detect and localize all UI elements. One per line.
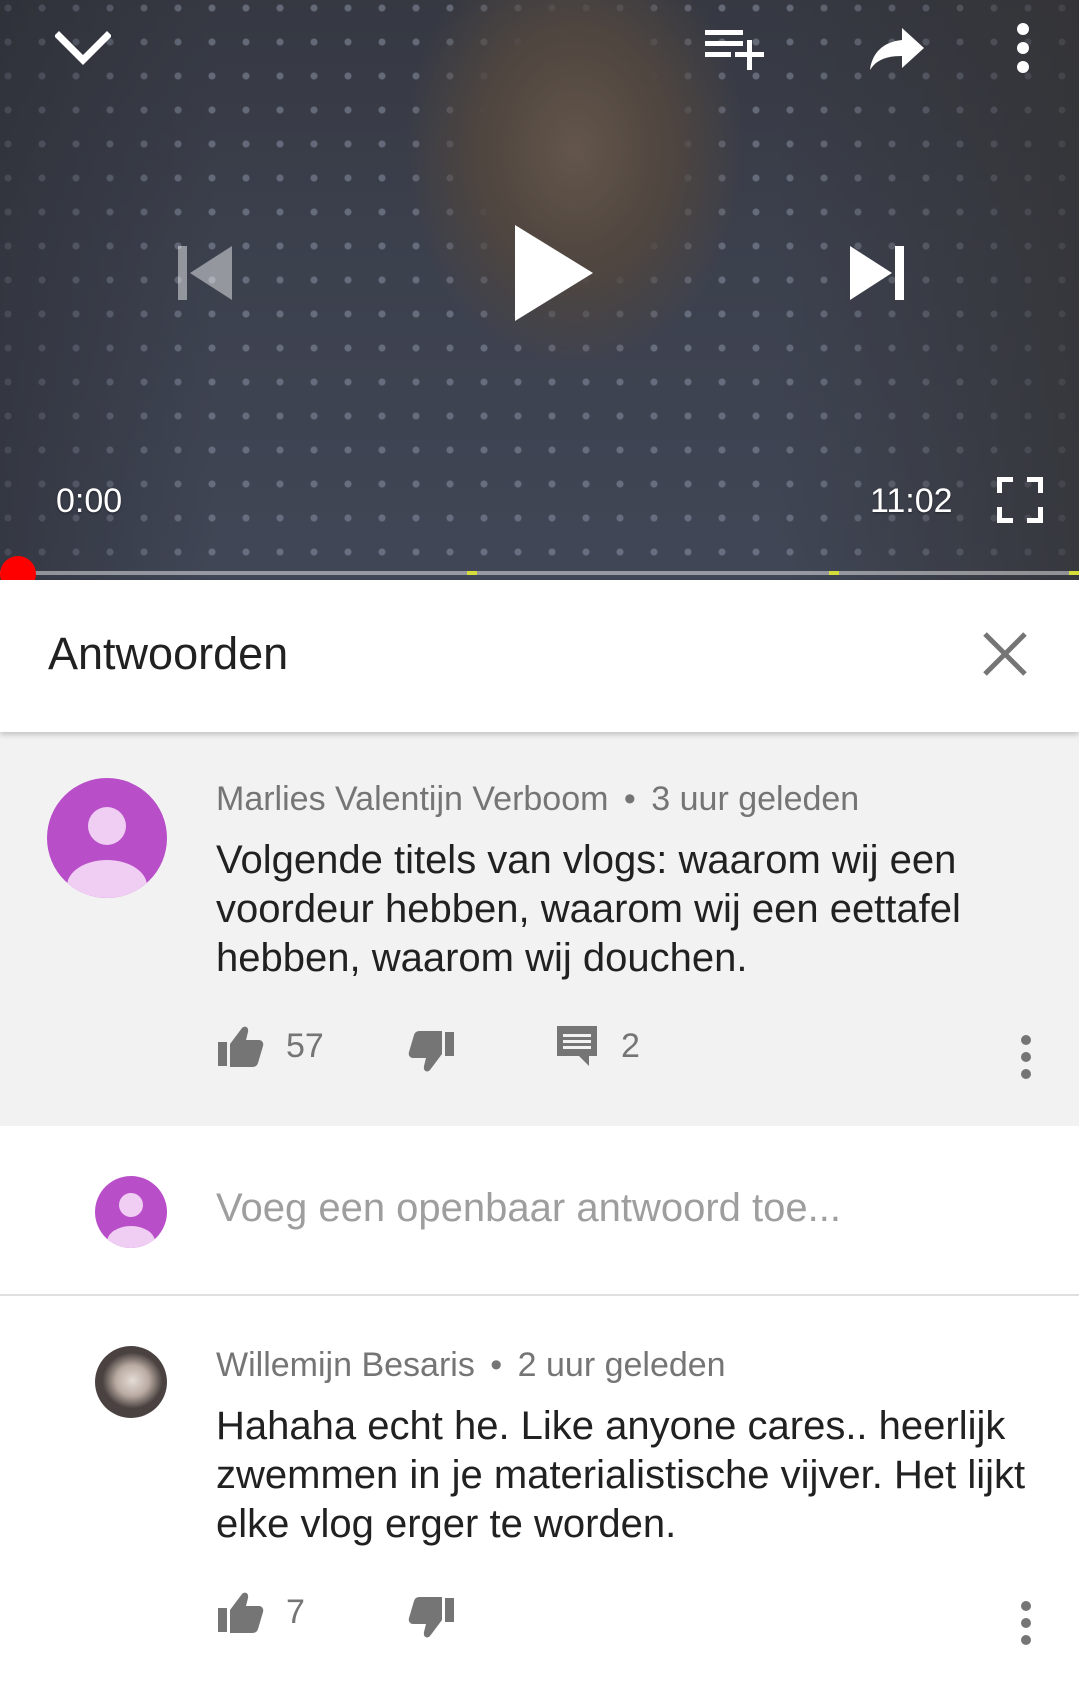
comment-author[interactable]: Marlies Valentijn Verboom <box>216 780 608 818</box>
more-vert-icon <box>1021 1035 1031 1079</box>
comment-text: Volgende titels van vlogs: waarom wij ee… <box>216 838 961 980</box>
more-vert-icon <box>1017 23 1029 73</box>
comment-meta: Marlies Valentijn Verboom • 3 uur gelede… <box>216 780 859 819</box>
replies-header: Antwoorden <box>0 580 1079 732</box>
comment-meta: Willemijn Besaris • 2 uur geleden <box>216 1346 726 1385</box>
previous-button[interactable] <box>170 240 240 306</box>
thumb-down-icon <box>408 1597 454 1638</box>
comment-time: 3 uur geleden <box>651 780 860 818</box>
meta-separator: • <box>490 1346 503 1384</box>
own-avatar <box>95 1176 167 1248</box>
fullscreen-button[interactable] <box>994 474 1046 526</box>
meta-separator: • <box>623 780 636 818</box>
dislike-button[interactable] <box>408 1030 456 1074</box>
more-options-button[interactable] <box>1006 18 1040 78</box>
comment-icon <box>557 1026 597 1066</box>
chapter-marker <box>829 571 839 575</box>
thumb-down-icon <box>408 1031 454 1072</box>
fullscreen-icon <box>997 477 1043 523</box>
chevron-down-icon <box>55 31 111 65</box>
playlist-add-icon <box>705 30 764 70</box>
chapter-marker <box>467 571 477 575</box>
default-user-icon <box>107 1193 155 1248</box>
minimize-button[interactable] <box>48 20 118 76</box>
skip-previous-icon <box>178 246 232 300</box>
reply-count-button[interactable]: 2 <box>555 1024 640 1068</box>
next-button[interactable] <box>842 240 912 306</box>
dislike-button[interactable] <box>408 1596 456 1640</box>
share-button[interactable] <box>862 18 932 78</box>
play-button[interactable] <box>500 218 600 328</box>
avatar[interactable] <box>47 778 167 898</box>
share-icon <box>870 28 924 70</box>
comment-more-button[interactable] <box>1016 1600 1036 1646</box>
more-vert-icon <box>1021 1601 1031 1645</box>
progress-scrubber[interactable] <box>0 556 36 580</box>
avatar[interactable] <box>95 1346 167 1418</box>
like-button[interactable]: 57 <box>216 1024 324 1068</box>
play-icon <box>515 225 593 321</box>
default-user-icon <box>67 807 147 898</box>
reply-box <box>0 1126 1079 1296</box>
progress-bar[interactable] <box>0 571 1079 575</box>
comment-more-button[interactable] <box>1016 1034 1036 1080</box>
like-count: 57 <box>286 1026 324 1065</box>
comment-time: 2 uur geleden <box>517 1346 726 1384</box>
replies-title: Antwoorden <box>48 628 289 679</box>
like-button[interactable]: 7 <box>216 1590 305 1634</box>
skip-next-icon <box>850 246 904 300</box>
thumb-up-icon <box>218 1592 264 1633</box>
reply-count: 2 <box>621 1026 640 1065</box>
video-player[interactable]: 0:00 11:02 <box>0 0 1079 580</box>
chapter-marker <box>1069 571 1079 575</box>
parent-comment: Marlies Valentijn Verboom • 3 uur gelede… <box>0 732 1079 1126</box>
reply-input[interactable] <box>216 1186 1036 1231</box>
add-to-playlist-button[interactable] <box>700 20 770 76</box>
thumb-up-icon <box>218 1026 264 1067</box>
current-time: 0:00 <box>56 482 123 520</box>
like-count: 7 <box>286 1592 305 1631</box>
reply-comment: Willemijn Besaris • 2 uur geleden Hahaha… <box>0 1298 1079 1686</box>
close-button[interactable] <box>979 628 1031 680</box>
duration: 11:02 <box>870 482 953 520</box>
close-icon <box>983 632 1027 676</box>
comment-author[interactable]: Willemijn Besaris <box>216 1346 475 1384</box>
comment-text: Hahaha echt he. Like anyone cares.. heer… <box>216 1404 1026 1546</box>
